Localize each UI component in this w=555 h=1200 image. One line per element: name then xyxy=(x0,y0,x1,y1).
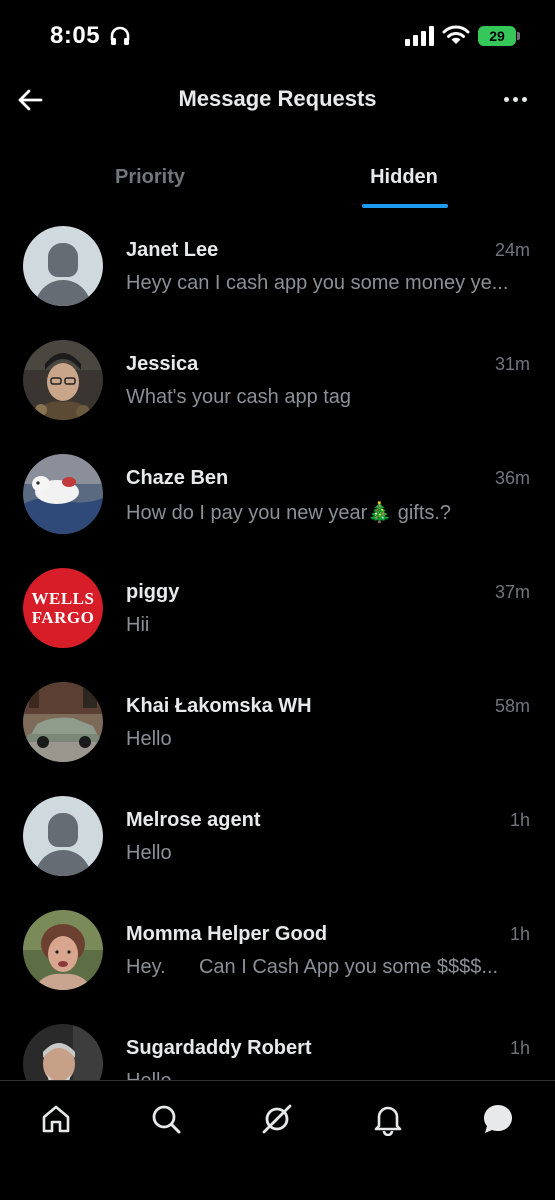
more-button[interactable] xyxy=(495,84,535,114)
conversation-time: 1h xyxy=(509,924,530,944)
conversation-row[interactable]: Chaze Ben 36m How do I pay you new year🎄… xyxy=(0,440,555,554)
search-icon xyxy=(152,1105,181,1134)
headphone-icon xyxy=(109,25,131,52)
status-bar: 8:05 29 xyxy=(0,0,555,70)
conversation-time: 1h xyxy=(509,1038,530,1058)
conversation-time: 37m xyxy=(494,582,530,602)
home-icon xyxy=(42,1105,70,1133)
conversation-time: 58m xyxy=(494,696,530,716)
default-avatar-shoulders xyxy=(35,850,91,876)
conversation-name: Melrose agent xyxy=(126,809,261,831)
header: Message Requests xyxy=(0,70,555,130)
conversation-preview: Hello xyxy=(126,842,172,864)
nav-home[interactable] xyxy=(36,1099,76,1139)
more-dot xyxy=(521,96,527,102)
avatar[interactable] xyxy=(23,340,103,420)
nav-notifications[interactable] xyxy=(368,1099,408,1139)
conversation-time: 1h xyxy=(509,810,530,830)
conversation-preview: Hello xyxy=(126,728,172,750)
avatar-photo xyxy=(23,682,103,762)
conversation-row[interactable]: Melrose agent 1h Hello xyxy=(0,782,555,896)
page-title: Message Requests xyxy=(178,86,377,111)
nav-grok[interactable] xyxy=(257,1099,297,1139)
grok-icon xyxy=(262,1104,292,1134)
avatar[interactable] xyxy=(23,796,103,876)
battery-indicator: 29 xyxy=(478,26,516,46)
conversation-name: Khai Łakomska WH xyxy=(126,695,312,717)
conversation-preview: What's your cash app tag xyxy=(126,386,352,408)
conversation-name: piggy xyxy=(126,581,180,603)
conversation-row[interactable]: Khai Łakomska WH 58m Hello xyxy=(0,668,555,782)
default-avatar-head xyxy=(48,813,78,847)
avatar-photo xyxy=(23,340,103,420)
status-time: 8:05 xyxy=(50,22,101,49)
tab-selected-indicator xyxy=(362,204,448,208)
nav-search[interactable] xyxy=(146,1099,186,1139)
conversation-row[interactable]: Jessica 31m What's your cash app tag xyxy=(0,326,555,440)
conversation-row[interactable]: Janet Lee 24m Heyy can I cash app you so… xyxy=(0,212,555,326)
wells-fargo-logo[interactable]: WELLS FARGO xyxy=(23,568,103,648)
bell-icon xyxy=(374,1106,402,1136)
avatar[interactable] xyxy=(23,454,103,534)
conversation-time: 36m xyxy=(494,468,530,488)
conversation-time: 24m xyxy=(494,240,530,260)
more-dot xyxy=(512,96,518,102)
conversation-preview: Hey. Can I Cash App you some $$$$... xyxy=(126,956,499,978)
wifi-icon xyxy=(442,24,470,51)
conversation-preview: Hii xyxy=(126,614,150,636)
conversation-preview: Heyy can I cash app you some money ye... xyxy=(126,272,509,294)
conversation-name: Jessica xyxy=(126,353,199,375)
more-horizontal-icon xyxy=(503,96,509,102)
conversation-name: Janet Lee xyxy=(126,239,219,261)
logo-line-2: FARGO xyxy=(31,608,95,627)
messages-icon xyxy=(484,1105,512,1133)
conversation-row[interactable]: Momma Helper Good 1h Hey. Can I Cash App… xyxy=(0,896,555,1010)
tab-hidden[interactable]: Hidden xyxy=(254,166,554,189)
default-avatar-shoulders xyxy=(35,280,91,306)
conversation-row[interactable]: WELLS FARGO piggy 37m Hii xyxy=(0,554,555,668)
avatar-photo xyxy=(23,1024,103,1080)
bottom-nav xyxy=(0,1080,555,1200)
conversation-time: 31m xyxy=(494,354,530,374)
nav-messages[interactable] xyxy=(478,1099,518,1139)
avatar-photo xyxy=(23,910,103,990)
conversation-name: Momma Helper Good xyxy=(126,923,328,945)
conversation-name: Sugardaddy Robert xyxy=(126,1037,312,1059)
avatar[interactable] xyxy=(23,226,103,306)
signal-icon xyxy=(405,26,435,51)
avatar[interactable] xyxy=(23,1024,103,1080)
avatar-photo xyxy=(23,454,103,534)
battery-cap xyxy=(517,32,520,40)
conversation-name: Chaze Ben xyxy=(126,467,229,489)
conversation-preview: Hello xyxy=(126,1070,526,1080)
tab-bar: Priority Hidden xyxy=(0,140,555,212)
avatar[interactable] xyxy=(23,682,103,762)
conversation-row[interactable]: Sugardaddy Robert 1h Hello xyxy=(0,1010,555,1080)
default-avatar-head xyxy=(48,243,78,277)
avatar[interactable] xyxy=(23,910,103,990)
conversation-list: Janet Lee 24m Heyy can I cash app you so… xyxy=(0,212,555,1080)
conversation-preview: How do I pay you new year🎄 gifts.? xyxy=(126,502,452,524)
logo-line-1: WELLS xyxy=(31,589,95,608)
